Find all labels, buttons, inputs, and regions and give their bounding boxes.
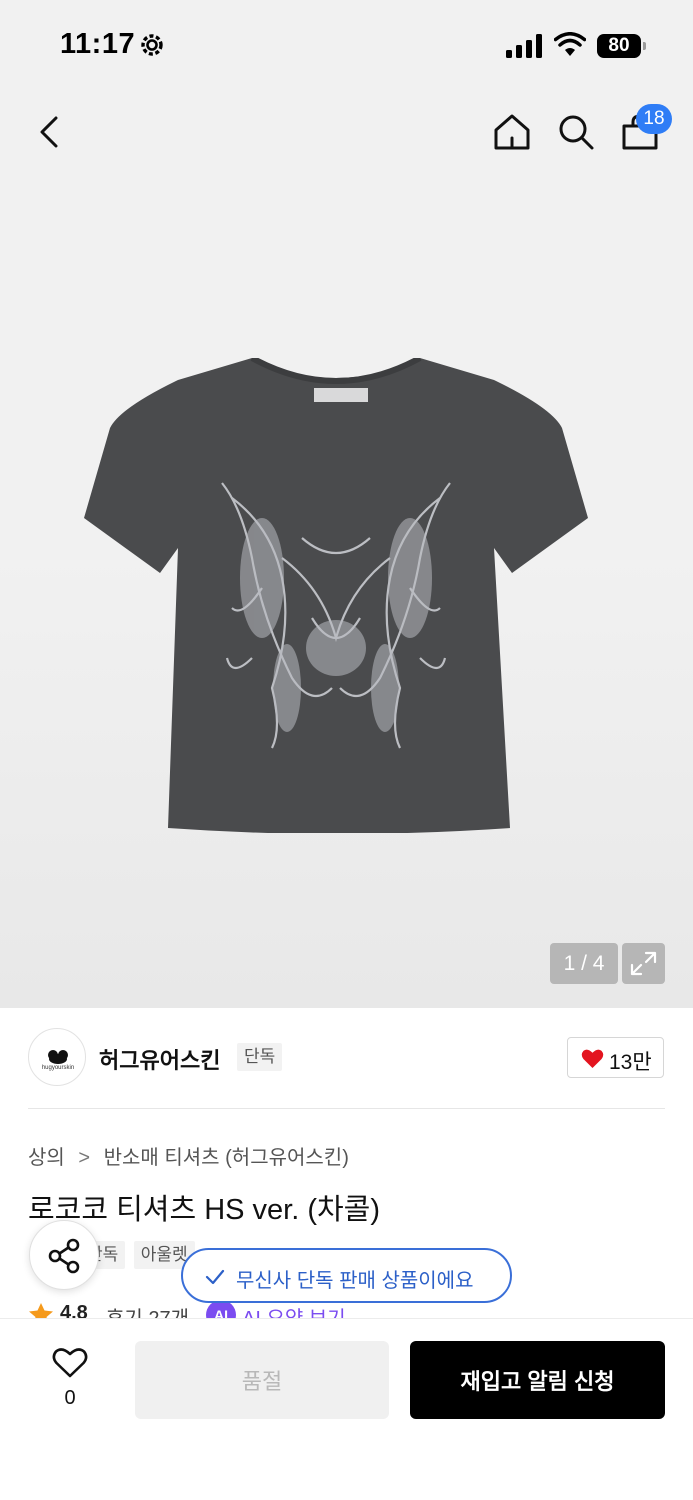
soldout-button: 품절 bbox=[135, 1341, 389, 1419]
brand-logo-mark-icon bbox=[48, 1050, 68, 1064]
chevron-left-icon bbox=[40, 116, 58, 148]
heart-filled-icon bbox=[581, 1049, 604, 1069]
home-icon bbox=[494, 114, 530, 150]
search-icon bbox=[559, 115, 594, 150]
breadcrumb-subcategory[interactable]: 반소매 티셔츠 (허그유어스킨) bbox=[104, 1141, 349, 1170]
exclusive-toast: 무신사 단독 판매 상품이에요 bbox=[181, 1248, 512, 1303]
breadcrumb-chevron-icon: > bbox=[78, 1147, 91, 1169]
brand-like-button[interactable]: 13만 bbox=[567, 1037, 664, 1078]
wishlist-count: 0 bbox=[64, 1387, 76, 1409]
check-icon bbox=[205, 1269, 225, 1285]
cart-count-badge: 18 bbox=[636, 104, 672, 134]
brand-logo[interactable]: hugyourskin bbox=[28, 1028, 86, 1086]
cellular-signal-icon bbox=[506, 34, 542, 58]
wifi-icon bbox=[554, 32, 586, 56]
image-counter: 1 / 4 bbox=[550, 943, 618, 984]
battery-level: 80 bbox=[597, 34, 641, 58]
back-button[interactable] bbox=[30, 112, 70, 152]
breadcrumb: 상의 > 반소매 티셔츠 (허그유어스킨) bbox=[28, 1141, 349, 1170]
toast-message: 무신사 단독 판매 상품이에요 bbox=[236, 1270, 474, 1292]
expand-icon bbox=[630, 951, 657, 976]
share-button[interactable] bbox=[29, 1220, 99, 1290]
breadcrumb-category[interactable]: 상의 bbox=[28, 1141, 65, 1170]
heart-outline-icon bbox=[52, 1348, 88, 1378]
top-navigation bbox=[0, 92, 693, 172]
brand-name[interactable]: 허그유어스킨 bbox=[99, 1043, 220, 1075]
brand-exclusive-tag: 단독 bbox=[237, 1043, 283, 1071]
status-time: 11:17 bbox=[60, 28, 136, 60]
section-divider bbox=[28, 1108, 665, 1109]
search-button[interactable] bbox=[554, 110, 598, 154]
brand-like-count: 13만 bbox=[609, 1051, 652, 1074]
bottom-action-bar: 0 품절 재입고 알림 신청 bbox=[0, 1318, 693, 1500]
battery-indicator: 80 bbox=[597, 34, 647, 58]
wishlist-button[interactable]: 0 bbox=[40, 1343, 100, 1413]
battery-nub bbox=[643, 42, 646, 50]
gear-icon bbox=[141, 34, 163, 56]
brand-logo-text: hugyourskin bbox=[41, 1065, 75, 1071]
expand-image-button[interactable] bbox=[622, 943, 665, 984]
brand-row: hugyourskin 허그유어스킨 단독 13만 bbox=[28, 1028, 665, 1088]
product-image-tshirt bbox=[84, 358, 588, 833]
status-bar: 11:17 80 bbox=[0, 0, 693, 92]
share-icon bbox=[48, 1238, 80, 1274]
restock-alert-button[interactable]: 재입고 알림 신청 bbox=[410, 1341, 665, 1419]
home-button[interactable] bbox=[490, 110, 534, 154]
